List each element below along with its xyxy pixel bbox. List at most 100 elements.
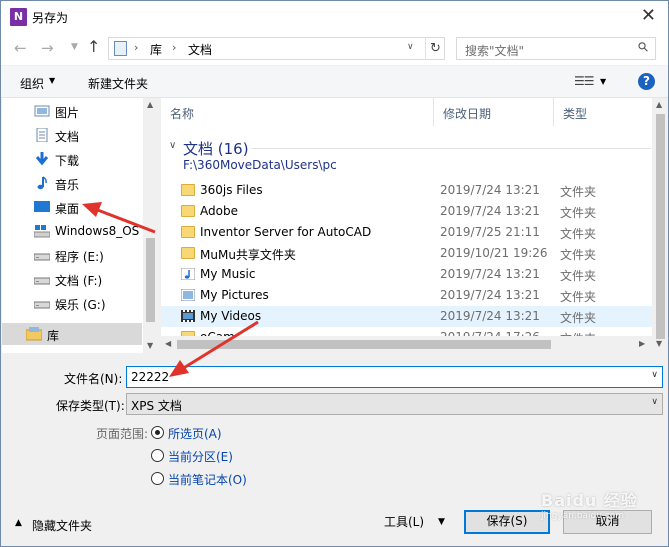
drive-icon	[34, 301, 50, 309]
scroll-right-icon[interactable]: ▶	[639, 339, 645, 348]
column-header-type[interactable]: 类型	[554, 98, 652, 126]
command-toolbar: 组织 ▼ 新建文件夹 ☰☰ ▼ ?	[1, 66, 668, 98]
scrollbar-thumb[interactable]	[177, 340, 551, 349]
address-dropdown-icon[interactable]: ∨	[407, 42, 414, 52]
list-item[interactable]: 360js Files 2019/7/24 13:21 文件夹	[161, 180, 652, 201]
file-type: 文件夹	[560, 185, 597, 199]
file-type: 文件夹	[560, 227, 597, 241]
file-name: Inventor Server for AutoCAD	[200, 225, 372, 239]
filetype-select[interactable]: XPS 文档 ∨	[126, 393, 663, 415]
page-range-label: 页面范围:	[96, 427, 149, 441]
radio-selected-pages-label[interactable]: 所选页(A)	[168, 425, 222, 442]
breadcrumb-chevron-icon[interactable]: ›	[134, 41, 138, 54]
radio-current-notebook[interactable]	[151, 472, 164, 485]
breadcrumb-library[interactable]: 库	[150, 41, 162, 58]
scroll-down-icon[interactable]: ▼	[147, 341, 153, 350]
navigation-bar: ← → ▼ ↑ › 库 › 文档 ∨ ↻ 搜索"文档" ⚲	[1, 33, 668, 65]
list-item[interactable]: My Music 2019/7/24 13:21 文件夹	[161, 264, 652, 285]
scrollbar-thumb[interactable]	[656, 114, 665, 339]
sidebar-item-desktop[interactable]: 桌面	[2, 196, 142, 218]
filename-value: 22222	[131, 370, 170, 384]
file-type: 文件夹	[560, 248, 597, 262]
baidu-watermark: Baidu 经验 jingyan.baidu.com	[541, 487, 638, 521]
music-folder-icon	[181, 268, 195, 280]
scroll-left-icon[interactable]: ◀	[165, 339, 171, 348]
organize-caret-icon[interactable]: ▼	[49, 76, 55, 85]
radio-selected-pages[interactable]	[151, 426, 164, 439]
save-as-dialog: N 另存为 ✕ ← → ▼ ↑ › 库 › 文档 ∨ ↻ 搜索"文档" ⚲ 组织…	[0, 0, 669, 547]
scrollbar-thumb[interactable]	[146, 238, 155, 322]
scroll-up-icon[interactable]: ▲	[656, 100, 662, 109]
sidebar-item-music[interactable]: 音乐	[2, 172, 142, 194]
radio-current-section[interactable]	[151, 449, 164, 462]
folder-icon	[181, 205, 195, 217]
sidebar-item-downloads[interactable]: 下载	[2, 148, 142, 170]
filename-input[interactable]: 22222 ∨	[126, 366, 663, 388]
list-item[interactable]: My Pictures 2019/7/24 13:21 文件夹	[161, 285, 652, 306]
help-icon[interactable]: ?	[638, 73, 655, 90]
refresh-icon[interactable]: ↻	[425, 38, 445, 59]
radio-current-notebook-label[interactable]: 当前笔记本(O)	[168, 471, 247, 488]
back-arrow-icon[interactable]: ←	[14, 39, 27, 57]
watermark-brand: Baidu 经验	[541, 491, 638, 510]
sidebar-item-drive-g[interactable]: 娱乐 (G:)	[2, 292, 142, 314]
save-button[interactable]: 保存(S)	[464, 510, 550, 534]
sidebar-item-drive-e[interactable]: 程序 (E:)	[2, 244, 142, 266]
sidebar-item-documents[interactable]: 文档	[2, 124, 142, 146]
search-input[interactable]: 搜索"文档" ⚲	[456, 37, 656, 60]
sidebar-item-windows8-os[interactable]: Windows8_OS	[2, 220, 142, 242]
up-arrow-icon[interactable]: ↑	[87, 37, 100, 56]
new-folder-button[interactable]: 新建文件夹	[88, 75, 148, 92]
collapse-caret-icon[interactable]: ▲	[15, 518, 22, 528]
sidebar-item-libraries[interactable]: 库	[2, 323, 142, 345]
file-list: 名称 ⌃ 修改日期 类型 ∨ 文档 (16) F:\360MoveData\Us…	[161, 98, 668, 353]
sidebar-item-drive-f[interactable]: 文档 (F:)	[2, 268, 142, 290]
file-name: My Music	[200, 267, 256, 281]
navigation-pane: 图片 文档 下载 音乐 桌面 Windows8_OS 程序 (E:) 文档 (F…	[2, 98, 158, 353]
list-item[interactable]: Inventor Server for AutoCAD 2019/7/25 21…	[161, 222, 652, 243]
breadcrumb-documents[interactable]: 文档	[188, 41, 212, 58]
scroll-up-icon[interactable]: ▲	[147, 100, 153, 109]
file-list-horizontal-scrollbar[interactable]: ◀ ▶	[161, 336, 652, 353]
group-collapse-icon[interactable]: ∨	[169, 140, 176, 151]
file-type: 文件夹	[560, 290, 597, 304]
navigation-pane-scrollbar[interactable]: ▲ ▼	[143, 98, 158, 353]
list-item[interactable]: My Videos 2019/7/24 13:21 文件夹	[161, 306, 652, 327]
filename-dropdown-icon[interactable]: ∨	[651, 370, 658, 380]
sidebar-item-label: 音乐	[55, 178, 80, 192]
breadcrumb-chevron-icon[interactable]: ›	[172, 41, 176, 54]
sidebar-item-pictures[interactable]: 图片	[2, 100, 142, 122]
organize-button[interactable]: 组织	[20, 75, 44, 92]
list-item[interactable]: Adobe 2019/7/24 13:21 文件夹	[161, 201, 652, 222]
filetype-label: 保存类型(T):	[56, 399, 125, 413]
radio-current-section-label[interactable]: 当前分区(E)	[168, 448, 233, 465]
filename-label: 文件名(N):	[64, 372, 123, 386]
address-bar[interactable]: › 库 › 文档 ∨ ↻	[108, 37, 445, 60]
search-icon[interactable]: ⚲	[636, 39, 653, 56]
file-list-vertical-scrollbar[interactable]: ▲ ▼	[652, 98, 668, 353]
close-icon[interactable]: ✕	[641, 5, 656, 27]
view-options-icon[interactable]: ☰☰	[574, 74, 594, 88]
file-name: 360js Files	[200, 183, 263, 197]
group-path: F:\360MoveData\Users\pc	[183, 158, 337, 172]
filetype-value: XPS 文档	[131, 399, 182, 413]
column-header-date[interactable]: 修改日期	[434, 98, 554, 126]
recent-locations-chevron-icon[interactable]: ▼	[71, 42, 78, 52]
pictures-folder-icon	[181, 289, 195, 301]
drive-icon	[34, 277, 50, 285]
column-header-type-label: 类型	[563, 107, 588, 121]
forward-arrow-icon[interactable]: →	[41, 39, 54, 57]
tools-caret-icon: ▼	[438, 517, 445, 527]
hide-folders-button[interactable]: 隐藏文件夹	[32, 517, 92, 534]
sidebar-item-label: 库	[47, 329, 60, 343]
sidebar-item-label: 文档 (F:)	[55, 274, 103, 288]
group-title: 文档 (16)	[183, 140, 249, 158]
documents-icon	[36, 128, 48, 142]
filetype-dropdown-icon[interactable]: ∨	[651, 397, 658, 407]
view-caret-icon[interactable]: ▼	[600, 77, 606, 86]
file-date: 2019/10/21 19:26	[440, 246, 548, 260]
column-header-name[interactable]: 名称 ⌃	[161, 98, 434, 126]
scroll-down-icon[interactable]: ▼	[656, 339, 662, 348]
list-item[interactable]: MuMu共享文件夹 2019/10/21 19:26 文件夹	[161, 243, 652, 264]
tools-button[interactable]: 工具(L) ▼	[376, 511, 456, 534]
